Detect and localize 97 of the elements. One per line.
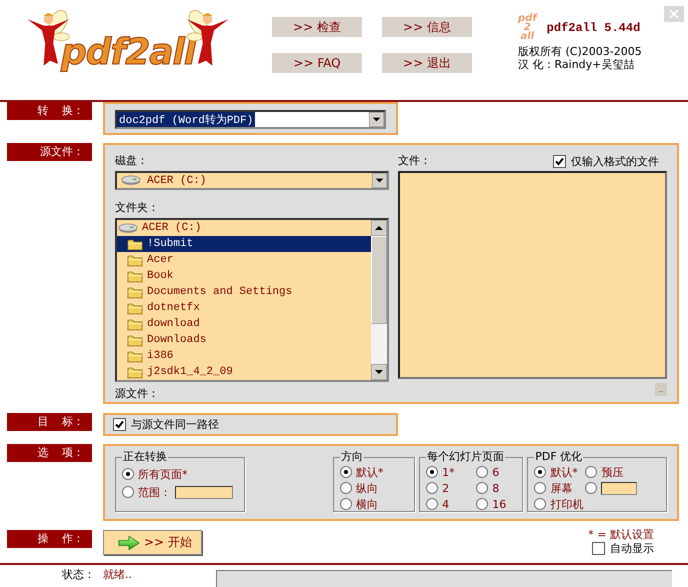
folder-icon — [127, 318, 143, 330]
logo-text: pdf — [518, 14, 537, 23]
format-dropdown[interactable]: doc2pdf (Word转为PDF) — [115, 110, 386, 129]
field-label: 源文件： — [115, 386, 160, 402]
start-button[interactable]: >> 开始 — [103, 530, 202, 555]
radio-button[interactable] — [534, 498, 546, 510]
header-button[interactable]: >> 信息 — [382, 17, 472, 37]
folder-icon — [127, 254, 143, 266]
folder-item[interactable]: j2sdk1_4_2_09 — [117, 364, 371, 380]
checkbox[interactable] — [113, 418, 126, 431]
folder-icon — [127, 366, 143, 378]
field-label: 文件： — [398, 153, 431, 169]
browse-button[interactable]: .. — [655, 383, 667, 396]
radio-label: 所有页面* — [138, 466, 188, 482]
version-text: pdf2all 5.44d — [546, 20, 640, 34]
status-label: 状态： — [61, 568, 95, 582]
section-label: 目 标： — [7, 413, 92, 431]
radio-button[interactable] — [426, 466, 438, 478]
radio-label: 默认* — [356, 464, 384, 480]
status-text: 就绪.. — [103, 568, 133, 582]
checkbox-label: 自动显示 — [610, 542, 654, 555]
folder-item[interactable]: Book — [117, 268, 371, 284]
folder-icon — [127, 286, 143, 298]
radio-label: 16 — [492, 498, 506, 510]
radio-label: 横向 — [356, 496, 378, 512]
radio-button[interactable] — [340, 466, 352, 478]
group-title: 方向 — [340, 451, 364, 463]
radio-button[interactable] — [476, 466, 488, 478]
section-label: 选 项： — [7, 444, 92, 462]
radio-label: 预压 — [601, 464, 624, 480]
folder-icon — [127, 334, 143, 346]
radio-label: 范围： — [138, 484, 171, 500]
header-button[interactable]: >> 退出 — [382, 53, 472, 73]
folder-item[interactable]: !Submit — [117, 236, 371, 252]
radio-label: 纵向 — [356, 480, 378, 496]
group-title: 正在转换 — [122, 451, 168, 463]
radio-label: 6 — [492, 466, 500, 478]
radio-label: 打印机 — [550, 496, 584, 512]
radio-button[interactable] — [534, 466, 546, 478]
checkbox-label: 仅输入格式的文件 — [571, 154, 659, 168]
checkbox[interactable] — [553, 154, 566, 168]
folder-item[interactable]: Acer — [117, 252, 371, 268]
radio-button[interactable] — [426, 482, 438, 494]
folder-icon — [127, 238, 143, 250]
drive-icon — [121, 175, 141, 186]
radio-button[interactable] — [585, 466, 598, 478]
radio-label: 8 — [492, 482, 500, 494]
radio-button[interactable] — [585, 482, 598, 494]
radio-button[interactable] — [426, 498, 438, 510]
field-label: 文件夹： — [115, 200, 160, 216]
dropdown-value: doc2pdf (Word转为PDF) — [117, 112, 256, 127]
section-label: 源文件： — [7, 143, 92, 161]
header-button[interactable]: >> 检查 — [272, 17, 362, 37]
group-title: 每个幻灯片页面 — [426, 451, 506, 463]
section-label: 操 作： — [7, 530, 92, 548]
close-icon — [664, 6, 684, 22]
folder-icon — [127, 270, 143, 282]
radio-label: 默认* — [550, 464, 578, 480]
drive-icon — [118, 222, 138, 234]
arrow-icon — [118, 534, 140, 550]
checkbox[interactable] — [592, 542, 605, 555]
default-note: * = 默认设置 — [588, 528, 654, 541]
radio-label: 2 — [442, 482, 450, 494]
radio-label: 1* — [442, 466, 455, 478]
radio-button[interactable] — [122, 486, 134, 498]
logo-text: all — [520, 32, 534, 41]
radio-button[interactable] — [534, 482, 546, 494]
folder-item[interactable]: i386 — [117, 348, 371, 364]
radio-button[interactable] — [340, 498, 352, 510]
radio-button[interactable] — [476, 482, 488, 494]
drive-dropdown[interactable]: ACER (C:) — [115, 171, 389, 190]
radio-button[interactable] — [476, 498, 488, 510]
radio-label: 4 — [442, 498, 450, 510]
header-button[interactable]: >> FAQ — [272, 53, 362, 73]
section-label: 转 换： — [7, 102, 92, 120]
copyright-text: 版权所有 (C)2003-2005 — [518, 45, 642, 58]
input-field[interactable] — [175, 486, 233, 498]
folder-icon — [127, 350, 143, 362]
input-field[interactable] — [601, 482, 638, 494]
radio-button[interactable] — [340, 482, 352, 494]
radio-label: 屏幕 — [550, 480, 572, 496]
logo-text: 2 — [524, 23, 531, 32]
logo-text: pdf2all — [61, 32, 196, 73]
dropdown-arrow-icon — [369, 112, 384, 127]
field-label: 磁盘： — [115, 153, 149, 169]
checkbox-label: 与源文件同一路径 — [131, 417, 219, 432]
folder-icon — [127, 302, 143, 314]
dropdown-arrow-icon — [372, 173, 387, 188]
folder-item[interactable]: Downloads — [117, 332, 371, 348]
dropdown-value: ACER (C:) — [147, 174, 206, 186]
group-title: PDF 优化 — [534, 451, 584, 463]
folder-item[interactable]: ACER (C:) — [117, 220, 371, 236]
credits-text: 汉 化：Raindy+吴玺喆 — [518, 58, 636, 71]
folder-item[interactable]: Documents and Settings — [117, 284, 371, 300]
radio-button[interactable] — [122, 468, 134, 480]
folder-item[interactable]: download — [117, 316, 371, 332]
folder-item[interactable]: dotnetfx — [117, 300, 371, 316]
